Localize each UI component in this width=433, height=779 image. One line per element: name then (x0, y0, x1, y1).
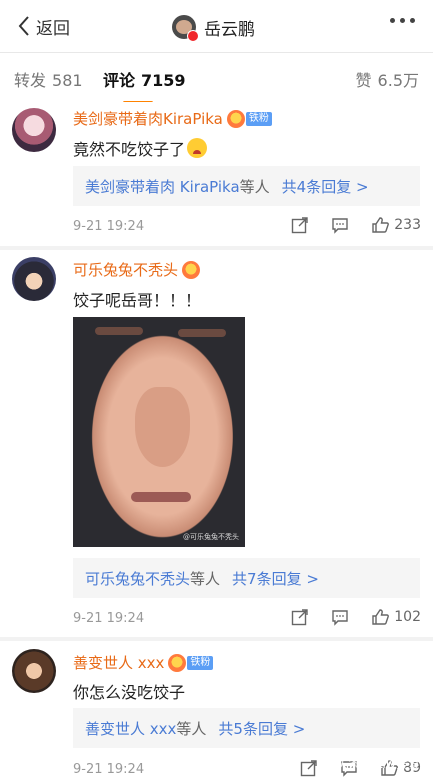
comment-username[interactable]: 美剑豪带着肉KiraPika 铁粉 (73, 108, 272, 129)
comment-time: 9-21 19:24 (73, 219, 145, 234)
comment-card: 美剑豪带着肉KiraPika 铁粉 竟然不吃饺子了 美剑豪带着肉 KiraPik… (0, 102, 433, 246)
thumbs-up-icon (372, 609, 390, 625)
tab-repost-count: 581 (52, 71, 83, 90)
comment-text: 你怎么没吃饺子 (73, 683, 186, 702)
photo-detail (95, 327, 143, 335)
reply-connector: 等人 (176, 720, 207, 738)
photo-detail (131, 492, 191, 502)
comment-time: 9-21 19:24 (73, 611, 145, 626)
reply-summary[interactable]: 美剑豪带着肉 KiraPika等人 共4条回复 > (73, 166, 420, 206)
tab-comment-label: 评论 (103, 71, 136, 90)
fan-tag: 铁粉 (245, 111, 272, 126)
reply-user: 美剑豪带着肉 KiraPika (85, 178, 240, 196)
share-button[interactable] (291, 216, 309, 234)
thumbs-up-icon (372, 217, 390, 233)
reply-button[interactable] (331, 608, 349, 626)
comment-text-row: 竟然不吃饺子了 (73, 136, 208, 160)
reply-count: 共4条回复 > (281, 178, 369, 196)
comment-username[interactable]: 可乐兔兔不秃头 (73, 259, 201, 280)
share-icon (292, 217, 308, 234)
page-title: 岳云鹏 (204, 19, 255, 40)
crying-emoji-icon (187, 138, 208, 158)
dot-icon (400, 18, 405, 23)
dot-icon (410, 18, 415, 23)
tab-like[interactable]: 赞 6.5万 (356, 67, 419, 91)
watermark-text: 头条 @Lily美食谈 (336, 757, 433, 771)
reply-summary[interactable]: 善变世人 xxx等人 共5条回复 > (73, 708, 420, 748)
comment-time: 9-21 19:24 (73, 762, 145, 777)
share-button[interactable] (291, 608, 309, 626)
like-count: 233 (394, 217, 421, 233)
tab-like-label: 赞 (355, 71, 372, 90)
photo-detail (135, 387, 190, 467)
comment-text: 饺子呢岳哥！！！ (73, 291, 202, 310)
tab-bar: 转发 581 评论 7159 赞 6.5万 (0, 52, 433, 104)
comment-card: 可乐兔兔不秃头 饺子呢岳哥！！！ @可乐兔兔不秃头 可乐兔兔不秃头等人 共7条回复… (0, 250, 433, 637)
top-bar: 返回 岳云鹏 (0, 0, 433, 52)
dot-icon (390, 18, 395, 23)
photo-watermark: @可乐兔兔不秃头 (183, 533, 239, 541)
more-options-button[interactable] (390, 18, 415, 23)
tab-repost-label: 转发 (14, 71, 47, 90)
reply-user: 可乐兔兔不秃头 (85, 570, 191, 588)
comment-actions: 233 (269, 216, 421, 234)
avatar[interactable] (12, 257, 56, 301)
tab-repost[interactable]: 转发 581 (14, 67, 83, 91)
verified-badge-icon (187, 30, 199, 42)
comment-icon (332, 610, 348, 626)
avatar[interactable] (12, 108, 56, 152)
reply-summary[interactable]: 可乐兔兔不秃头等人 共7条回复 > (73, 558, 420, 598)
like-button[interactable]: 102 (371, 608, 421, 626)
username-text: 美剑豪带着肉KiraPika (73, 110, 223, 128)
reply-count: 共5条回复 > (218, 720, 306, 738)
comment-text: 竟然不吃饺子了 (73, 140, 186, 159)
reply-connector: 等人 (239, 178, 270, 196)
photo-detail (178, 329, 226, 337)
source-watermark: 头条 @Lily美食谈 (336, 755, 432, 772)
tab-comment[interactable]: 评论 7159 (103, 67, 186, 104)
back-button[interactable]: 返回 (18, 12, 70, 40)
page-title-group[interactable]: 岳云鹏 (172, 13, 255, 41)
comment-icon (332, 218, 348, 234)
chevron-left-icon (18, 16, 29, 36)
tab-like-count: 6.5万 (377, 71, 419, 90)
fan-medal-icon (226, 109, 245, 128)
fan-medal-icon (168, 653, 187, 672)
back-label: 返回 (36, 18, 70, 39)
username-text: 善变世人 xxx (73, 654, 165, 672)
comment-username[interactable]: 善变世人 xxx 铁粉 (73, 652, 214, 673)
reply-count: 共7条回复 > (232, 570, 319, 588)
reply-connector: 等人 (190, 570, 221, 588)
share-icon (300, 760, 317, 777)
avatar[interactable] (12, 649, 56, 693)
reply-user: 善变世人 xxx (85, 720, 177, 738)
share-button[interactable] (300, 759, 318, 777)
fan-medal-icon (182, 260, 201, 279)
like-count: 102 (394, 609, 421, 625)
share-icon (292, 609, 308, 626)
tab-comment-count: 7159 (141, 71, 186, 90)
like-button[interactable]: 233 (371, 216, 421, 234)
comment-actions: 102 (269, 608, 421, 626)
fan-tag: 铁粉 (187, 655, 214, 670)
reply-button[interactable] (331, 216, 349, 234)
username-text: 可乐兔兔不秃头 (73, 261, 179, 279)
comment-photo[interactable]: @可乐兔兔不秃头 (73, 317, 245, 547)
